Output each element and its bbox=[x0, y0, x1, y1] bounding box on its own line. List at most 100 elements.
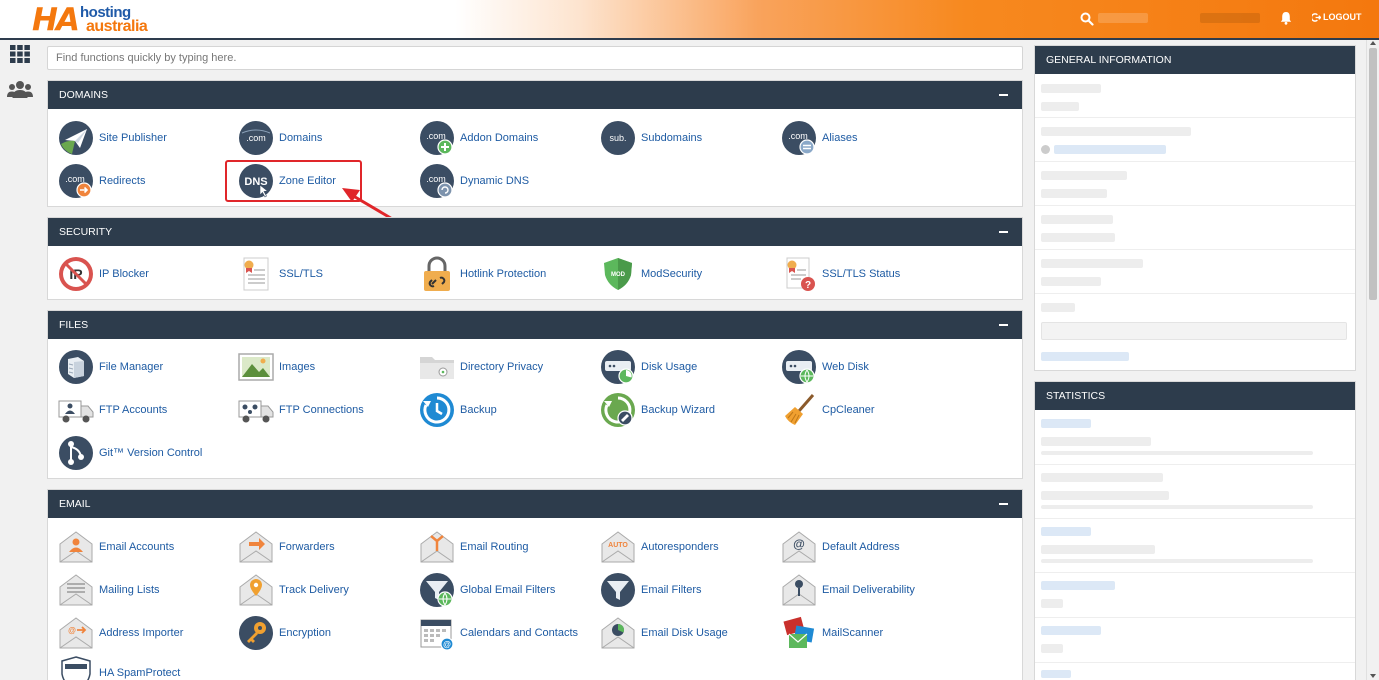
subdomains-link[interactable]: sub. Subdomains bbox=[600, 120, 702, 156]
scroll-thumb[interactable] bbox=[1369, 48, 1377, 300]
domains-link[interactable]: .com Domains bbox=[238, 120, 322, 156]
ftp-connections-link[interactable]: FTP Connections bbox=[238, 392, 364, 428]
site-publisher-link[interactable]: Site Publisher bbox=[58, 120, 167, 156]
ssl-tls-status-link[interactable]: ? SSL/TLS Status bbox=[781, 256, 900, 292]
item-label: CpCleaner bbox=[822, 404, 875, 416]
collapse-icon[interactable] bbox=[999, 94, 1008, 96]
logout-button[interactable]: LOGOUT bbox=[1312, 12, 1362, 22]
aliases-link[interactable]: .com Aliases bbox=[781, 120, 857, 156]
user-menu[interactable] bbox=[1200, 13, 1260, 23]
directory-privacy-link[interactable]: Directory Privacy bbox=[419, 349, 543, 385]
global-filter-icon bbox=[420, 573, 454, 607]
blurred-link[interactable] bbox=[1054, 145, 1166, 154]
email-routing-link[interactable]: Email Routing bbox=[419, 529, 528, 565]
certificate-status-icon: ? bbox=[786, 257, 815, 291]
collapse-icon[interactable] bbox=[999, 324, 1008, 326]
ip-blocker-icon: IP bbox=[59, 257, 93, 291]
divider bbox=[1035, 205, 1355, 206]
panel-header-email[interactable]: EMAIL bbox=[48, 490, 1022, 518]
blurred-link[interactable] bbox=[1041, 670, 1071, 678]
address-importer-link[interactable]: @ Address Importer bbox=[58, 615, 183, 651]
quick-search-input[interactable] bbox=[47, 46, 1023, 70]
ip-blocker-link[interactable]: IP IP Blocker bbox=[58, 256, 149, 292]
panel-email: EMAIL Email Accounts Forwarders Email Ro… bbox=[47, 489, 1023, 680]
email-accounts-link[interactable]: Email Accounts bbox=[58, 529, 174, 565]
certificate-icon bbox=[243, 257, 269, 291]
divider bbox=[1035, 572, 1355, 573]
site-publisher-icon bbox=[59, 121, 93, 155]
section-title: EMAIL bbox=[59, 498, 91, 510]
blurred-value bbox=[1041, 277, 1101, 286]
calendars-and-contacts-link[interactable]: @ Calendars and Contacts bbox=[419, 615, 578, 651]
icon-text: .com bbox=[65, 174, 85, 184]
item-label: Subdomains bbox=[641, 132, 703, 144]
dynamic-dns-link[interactable]: .com Dynamic DNS bbox=[419, 163, 529, 199]
encryption-link[interactable]: Encryption bbox=[238, 615, 331, 651]
icon-text: .com bbox=[426, 131, 446, 141]
ha-spamprotect-link[interactable]: HA SpamProtect bbox=[58, 655, 180, 680]
forwarders-link[interactable]: Forwarders bbox=[238, 529, 335, 565]
autoresponders-link[interactable]: AUTO Autoresponders bbox=[600, 529, 719, 565]
blurred-link[interactable] bbox=[1041, 419, 1091, 428]
mailscanner-link[interactable]: MailScanner bbox=[781, 615, 883, 651]
default-address-icon: @ bbox=[782, 531, 816, 563]
blurred-icon bbox=[1041, 145, 1050, 154]
disk-usage-link[interactable]: Disk Usage bbox=[600, 349, 697, 385]
git-version-control-link[interactable]: Git™ Version Control bbox=[58, 435, 202, 471]
images-link[interactable]: Images bbox=[238, 349, 315, 385]
panel-header-files[interactable]: FILES bbox=[48, 311, 1022, 339]
blurred-link[interactable] bbox=[1041, 581, 1115, 590]
blurred-link[interactable] bbox=[1041, 626, 1101, 635]
email-deliverability-link[interactable]: Email Deliverability bbox=[781, 572, 915, 608]
blurred-link[interactable] bbox=[1041, 527, 1091, 536]
item-label: Backup Wizard bbox=[641, 404, 715, 416]
cpcleaner-link[interactable]: CpCleaner bbox=[781, 392, 875, 428]
email-filters-link[interactable]: Email Filters bbox=[600, 572, 702, 608]
spam-protect-shield-icon bbox=[61, 656, 91, 680]
web-disk-link[interactable]: Web Disk bbox=[781, 349, 869, 385]
mailscanner-icon bbox=[783, 616, 815, 648]
ssl-tls-link[interactable]: SSL/TLS bbox=[238, 256, 323, 292]
item-label: Domains bbox=[279, 132, 323, 144]
redirects-icon: .com bbox=[59, 164, 93, 198]
apps-grid-icon[interactable] bbox=[10, 45, 30, 63]
scroll-down-arrow[interactable] bbox=[1370, 674, 1376, 678]
redirects-link[interactable]: .com Redirects bbox=[58, 163, 145, 199]
collapse-icon[interactable] bbox=[999, 503, 1008, 505]
ftp-accounts-link[interactable]: FTP Accounts bbox=[58, 392, 167, 428]
theme-select[interactable] bbox=[1041, 322, 1347, 340]
forwarders-icon bbox=[239, 531, 273, 563]
backup-link[interactable]: Backup bbox=[419, 392, 497, 428]
backup-clock-icon bbox=[420, 393, 454, 427]
email-disk-usage-link[interactable]: Email Disk Usage bbox=[600, 615, 728, 651]
modsecurity-link[interactable]: MOD ModSecurity bbox=[600, 256, 702, 292]
default-address-link[interactable]: @ Default Address bbox=[781, 529, 900, 565]
divider bbox=[1035, 518, 1355, 519]
page-scrollbar[interactable] bbox=[1366, 40, 1379, 680]
users-icon[interactable] bbox=[7, 80, 33, 98]
global-email-filters-link[interactable]: Global Email Filters bbox=[419, 572, 555, 608]
scroll-up-arrow[interactable] bbox=[1370, 41, 1376, 45]
section-title: FILES bbox=[59, 319, 89, 331]
hotlink-protection-link[interactable]: Hotlink Protection bbox=[419, 256, 546, 292]
divider bbox=[1035, 662, 1355, 663]
icon-text: @ bbox=[443, 640, 451, 649]
hosting-australia-logo[interactable]: HA hosting australia bbox=[32, 3, 162, 37]
bell-icon[interactable] bbox=[1280, 11, 1292, 25]
panel-header-domains[interactable]: DOMAINS bbox=[48, 81, 1022, 109]
filter-icon bbox=[601, 573, 635, 607]
mailing-lists-link[interactable]: Mailing Lists bbox=[58, 572, 160, 608]
file-manager-link[interactable]: File Manager bbox=[58, 349, 163, 385]
backup-wizard-link[interactable]: Backup Wizard bbox=[600, 392, 715, 428]
svg-text:?: ? bbox=[805, 280, 811, 291]
broom-icon bbox=[785, 394, 815, 425]
item-label: Images bbox=[279, 361, 316, 373]
item-label: File Manager bbox=[99, 361, 164, 373]
collapse-icon[interactable] bbox=[999, 231, 1008, 233]
track-delivery-link[interactable]: Track Delivery bbox=[238, 572, 349, 608]
panel-header-security[interactable]: SECURITY bbox=[48, 218, 1022, 246]
addon-domains-link[interactable]: .com Addon Domains bbox=[419, 120, 538, 156]
blurred-link[interactable] bbox=[1041, 352, 1129, 361]
header-search-field[interactable] bbox=[1098, 13, 1148, 23]
search-icon[interactable] bbox=[1080, 12, 1094, 26]
